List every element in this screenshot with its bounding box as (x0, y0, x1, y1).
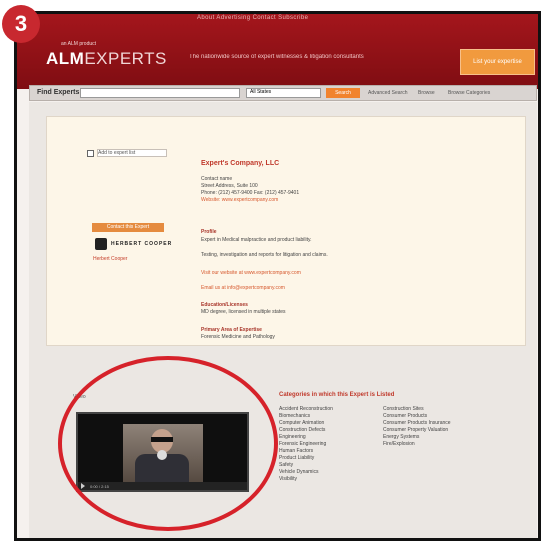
category-link[interactable]: Vehicle Dynamics (279, 469, 333, 476)
category-link[interactable]: Biomechanics (279, 413, 333, 420)
profile-website-link[interactable]: Visit our website at www.expertcompany.c… (201, 270, 301, 276)
add-to-list-label: Add to expert list (97, 149, 167, 157)
header-top-links[interactable]: About Advertising Contact Subscribe (197, 15, 308, 21)
profile-email-link[interactable]: Email us at info@expertcompany.com (201, 285, 285, 291)
screenshot-frame: About Advertising Contact Subscribe an A… (14, 11, 541, 541)
categories-column-2: Construction Sites Consumer Products Con… (383, 406, 451, 448)
add-to-list-row[interactable]: Add to expert list (87, 149, 167, 157)
website-link[interactable]: Website: www.expertcompany.com (201, 197, 278, 203)
search-input[interactable] (80, 88, 240, 98)
firm-logo: HERBERT COOPER (95, 238, 172, 250)
find-experts-label: Find Experts (37, 89, 80, 96)
category-link[interactable]: Consumer Property Valuation (383, 427, 451, 434)
step-number-badge: 3 (2, 5, 40, 43)
areas-title: Primary Area of Expertise (201, 327, 262, 333)
category-link[interactable]: Consumer Products Insurance (383, 420, 451, 427)
areas-text: Forensic Medicine and Pathology (201, 334, 275, 340)
address-line: Contact name (201, 176, 233, 182)
expert-profile-card: Add to expert list Contact this Expert H… (46, 116, 526, 346)
category-link[interactable]: Fire/Explosion (383, 441, 451, 448)
education-text: MD degree, licensed in multiple states (201, 309, 286, 315)
category-link[interactable]: Consumer Products (383, 413, 451, 420)
advanced-search-link[interactable]: Advanced Search (368, 90, 407, 96)
category-link[interactable]: Computer Animation (279, 420, 333, 427)
category-link[interactable]: Forensic Engineering (279, 441, 333, 448)
category-link[interactable]: Energy Systems (383, 434, 451, 441)
site-tagline: The nationwide source of expert witnesse… (189, 54, 364, 60)
logo-superscript: an ALM product (61, 41, 97, 47)
logo-suffix: EXPERTS (84, 49, 167, 68)
state-select[interactable]: All States (246, 88, 321, 98)
category-link[interactable]: Safety (279, 462, 333, 469)
firm-logo-text: HERBERT COOPER (111, 241, 173, 247)
education-title: Education/Licenses (201, 302, 248, 308)
search-bar: Find Experts All States Search Advanced … (29, 85, 537, 101)
firm-logo-icon (95, 238, 107, 250)
category-link[interactable]: Product Liability (279, 455, 333, 462)
profile-section-title: Profile (201, 229, 217, 235)
search-button[interactable]: Search (326, 88, 360, 98)
video-highlight-circle (58, 356, 278, 531)
contact-expert-button[interactable]: Contact this Expert (92, 223, 164, 232)
site-logo[interactable]: ALMEXPERTS (46, 49, 167, 69)
profile-text: Expert in Medical malpractice and produc… (201, 237, 312, 243)
category-link[interactable]: Visibility (279, 476, 333, 483)
add-to-list-checkbox[interactable] (87, 149, 94, 157)
category-link[interactable]: Human Factors (279, 448, 333, 455)
category-link[interactable]: Construction Defects (279, 427, 333, 434)
browse-link[interactable]: Browse (418, 90, 435, 96)
expert-company-name: Expert's Company, LLC (201, 160, 280, 167)
browse-categories-link[interactable]: Browse Categories (448, 90, 490, 96)
address-line: Street Address, Suite 100 (201, 183, 258, 189)
site-header: About Advertising Contact Subscribe an A… (17, 14, 538, 89)
category-link[interactable]: Accident Reconstruction (279, 406, 333, 413)
category-link[interactable]: Engineering (279, 434, 333, 441)
address-line: Phone: (212) 457-9400 Fax: (212) 457-940… (201, 190, 300, 196)
profile-text: Testing, investigation and reports for l… (201, 252, 328, 258)
firm-name-link[interactable]: Herbert Cooper (93, 256, 127, 262)
logo-prefix: ALM (46, 49, 85, 68)
categories-column-1: Accident Reconstruction Biomechanics Com… (279, 406, 333, 483)
categories-title: Categories in which this Expert is Liste… (279, 392, 395, 398)
list-expertise-button[interactable]: List your expertise (460, 49, 535, 75)
category-link[interactable]: Construction Sites (383, 406, 451, 413)
